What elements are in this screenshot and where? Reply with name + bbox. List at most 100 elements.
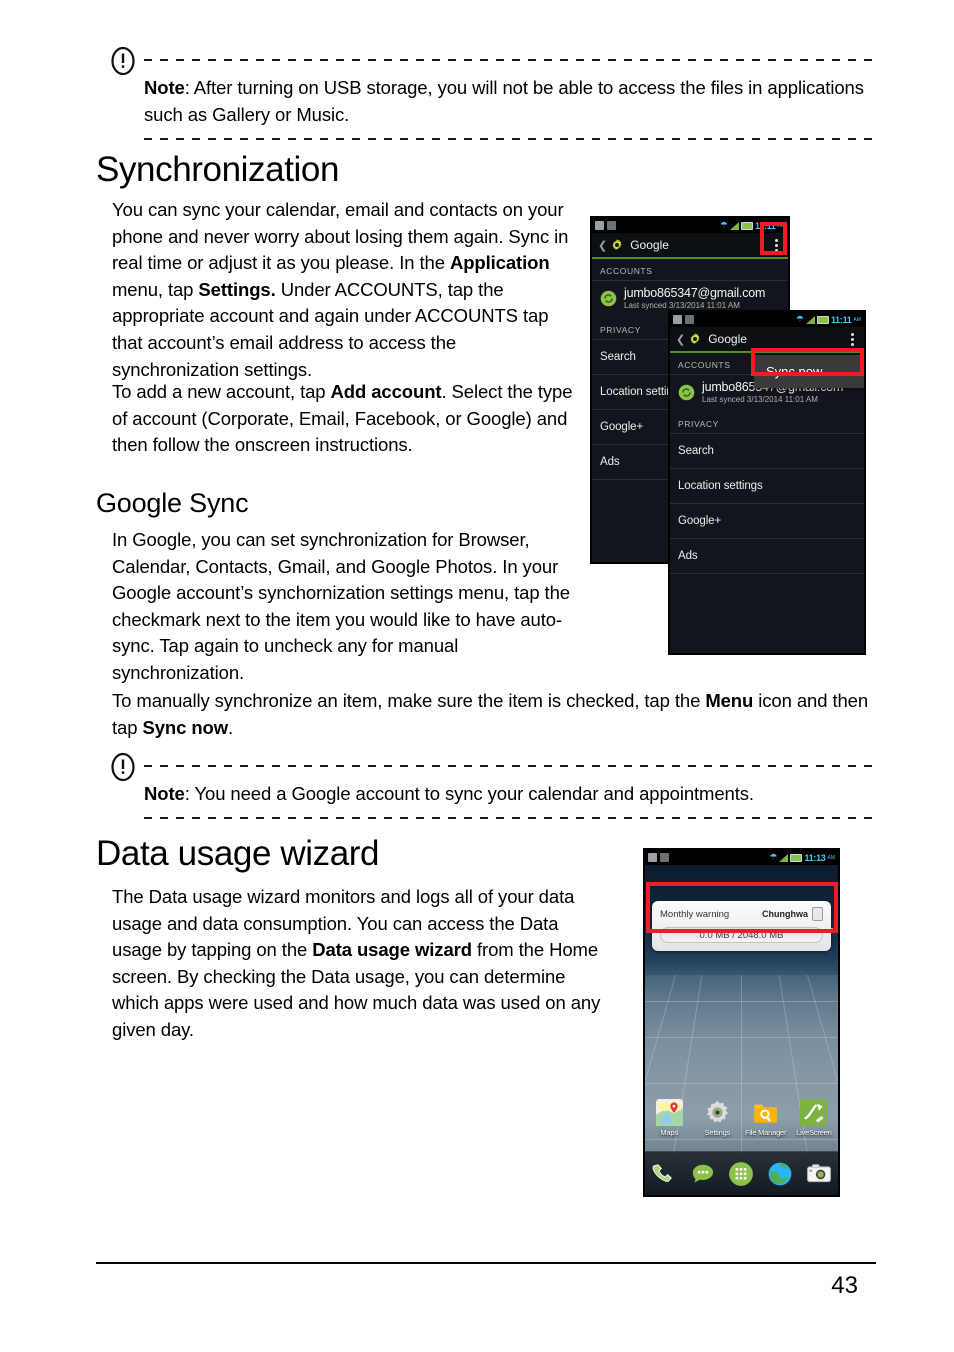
status-time: 11:11 [830, 314, 852, 325]
app-label: Maps [660, 1128, 678, 1137]
screenshot-notification-icon [673, 315, 682, 324]
camera-icon[interactable] [806, 1161, 832, 1187]
footer-divider [96, 1262, 876, 1264]
app-label: Settings [704, 1128, 731, 1137]
back-chevron-icon[interactable]: ❮ [598, 239, 607, 252]
wallpaper: Maps Settings File Manager LiveScreen Mo… [645, 865, 838, 1195]
dock [645, 1151, 838, 1195]
app-shortcuts-row: Maps Settings File Manager LiveScreen [645, 1099, 838, 1137]
exclamation-circle-icon [108, 752, 138, 782]
menu-overflow-icon[interactable] [847, 331, 858, 348]
app-label: File Manager [744, 1128, 787, 1137]
app-label: LiveScreen [796, 1128, 832, 1137]
add-account-part-1: To add a new account, tap [112, 381, 331, 402]
sim-notification-icon [607, 221, 616, 230]
note-callout-google-account: Note: You need a Google account to sync … [104, 752, 876, 819]
paragraph-manual-sync: To manually synchronize an item, make su… [112, 688, 878, 741]
status-bar-system: ☂ 11:11 AM [720, 221, 785, 231]
data-usage-widget[interactable]: Monthly warning Chunghwa 0.0 MB / 2048.0… [652, 901, 831, 951]
note-body-text: : After turning on USB storage, you will… [144, 77, 864, 125]
status-bar-notifications [648, 853, 669, 862]
maps-icon [655, 1099, 683, 1126]
sim-notification-icon [685, 315, 694, 324]
gear-icon [688, 332, 702, 346]
app-shortcut-livescreen[interactable]: LiveScreen [792, 1099, 836, 1137]
note-divider-top [144, 765, 876, 767]
status-bar: ☂ 11:11 AM [670, 312, 864, 327]
gear-icon [610, 238, 624, 252]
note-divider-bottom [144, 138, 876, 140]
wifi-icon: ☂ [769, 852, 778, 862]
action-bar-title: Google [708, 332, 747, 346]
app-shortcut-file-manager[interactable]: File Manager [744, 1099, 788, 1137]
battery-icon [816, 315, 829, 324]
gear-icon [704, 1099, 731, 1126]
paragraph-google-sync: In Google, you can set synchronization f… [112, 529, 570, 683]
screenshot-notification-icon [648, 853, 657, 862]
list-item-ads[interactable]: Ads [670, 539, 864, 574]
signal-icon [805, 315, 815, 324]
account-email: jumbo865347@gmail.com [624, 286, 766, 300]
note-body-text: : You need a Google account to sync your… [184, 783, 754, 804]
back-chevron-icon[interactable]: ❮ [676, 333, 685, 346]
manual-sync-bold-syncnow: Sync now [142, 716, 229, 738]
action-bar: ❮ Google [592, 233, 788, 259]
sync-intro-bold-application: Application [449, 252, 550, 274]
account-text-block: jumbo865347@gmail.com Last synced 3/13/2… [624, 286, 765, 311]
widget-usage-bar: 0.0 MB / 2048.0 MB [660, 927, 823, 943]
section-header-accounts: ACCOUNTS [592, 259, 788, 281]
action-bar-title: Google [630, 238, 669, 252]
widget-carrier: Chunghwa [762, 909, 808, 919]
wifi-icon: ☂ [795, 314, 804, 324]
status-ampm: AM [853, 316, 862, 323]
figure-google-settings-front: ☂ 11:11 AM ❮ Google ACCOUNTS Last synced… [668, 310, 866, 655]
status-time: 11:13 [804, 852, 826, 863]
messages-icon[interactable] [690, 1161, 716, 1187]
status-time: 11:11 [754, 220, 776, 231]
note-callout-usb-storage: Note: After turning on USB storage, you … [104, 46, 876, 140]
sim-card-icon [812, 907, 823, 921]
heading-synchronization: Synchronization [96, 150, 340, 189]
action-bar: ❮ Google [670, 327, 864, 353]
note-divider-bottom [144, 817, 876, 819]
signal-icon [779, 853, 789, 862]
list-item-google-plus[interactable]: Google+ [670, 504, 864, 539]
heading-google-sync: Google Sync [96, 488, 249, 518]
sim-notification-icon [660, 853, 669, 862]
page-number: 43 [831, 1272, 858, 1299]
status-bar: ☂ 11:13 AM [645, 850, 838, 865]
app-drawer-icon[interactable] [728, 1161, 754, 1187]
sync-account-icon [678, 384, 695, 401]
browser-globe-icon[interactable] [767, 1161, 793, 1187]
status-bar-notifications [595, 221, 616, 230]
widget-title: Monthly warning [660, 908, 730, 920]
phone-icon[interactable] [651, 1161, 677, 1187]
heading-data-usage-wizard: Data usage wizard [96, 834, 380, 873]
manual-sync-part-1: To manually synchronize an item, make su… [112, 690, 706, 711]
status-ampm: AM [827, 854, 836, 861]
add-account-bold: Add account [330, 381, 442, 402]
status-bar-notifications [673, 315, 694, 324]
app-shortcut-maps[interactable]: Maps [647, 1099, 691, 1137]
sync-account-icon [600, 290, 617, 307]
exclamation-circle-icon [108, 46, 138, 76]
livescreen-icon [800, 1099, 828, 1126]
wifi-icon: ☂ [719, 220, 728, 230]
note-divider-top [144, 59, 876, 61]
list-item-search[interactable]: Search [670, 434, 864, 469]
list-item-location-settings[interactable]: Location settings [670, 469, 864, 504]
note-label: Note [144, 783, 185, 804]
sync-intro-part-2: menu, tap [112, 278, 199, 300]
manual-sync-part-3: . [228, 716, 234, 738]
menu-overflow-icon[interactable] [771, 237, 782, 254]
app-shortcut-settings[interactable]: Settings [695, 1099, 739, 1137]
status-bar-system: ☂ 11:11 AM [796, 315, 861, 325]
folder-search-icon [752, 1099, 779, 1126]
sync-now-menu-item[interactable]: Sync now [754, 355, 864, 388]
figure-home-screen-data-usage: Maps Settings File Manager LiveScreen Mo… [643, 848, 840, 1197]
section-header-privacy: PRIVACY [670, 412, 864, 434]
signal-icon [729, 221, 739, 230]
paragraph-data-usage: The Data usage wizard monitors and logs … [112, 884, 612, 1044]
sync-intro-bold-settings: Settings. [198, 278, 276, 300]
status-bar-system: ☂ 11:13 AM [769, 853, 835, 863]
